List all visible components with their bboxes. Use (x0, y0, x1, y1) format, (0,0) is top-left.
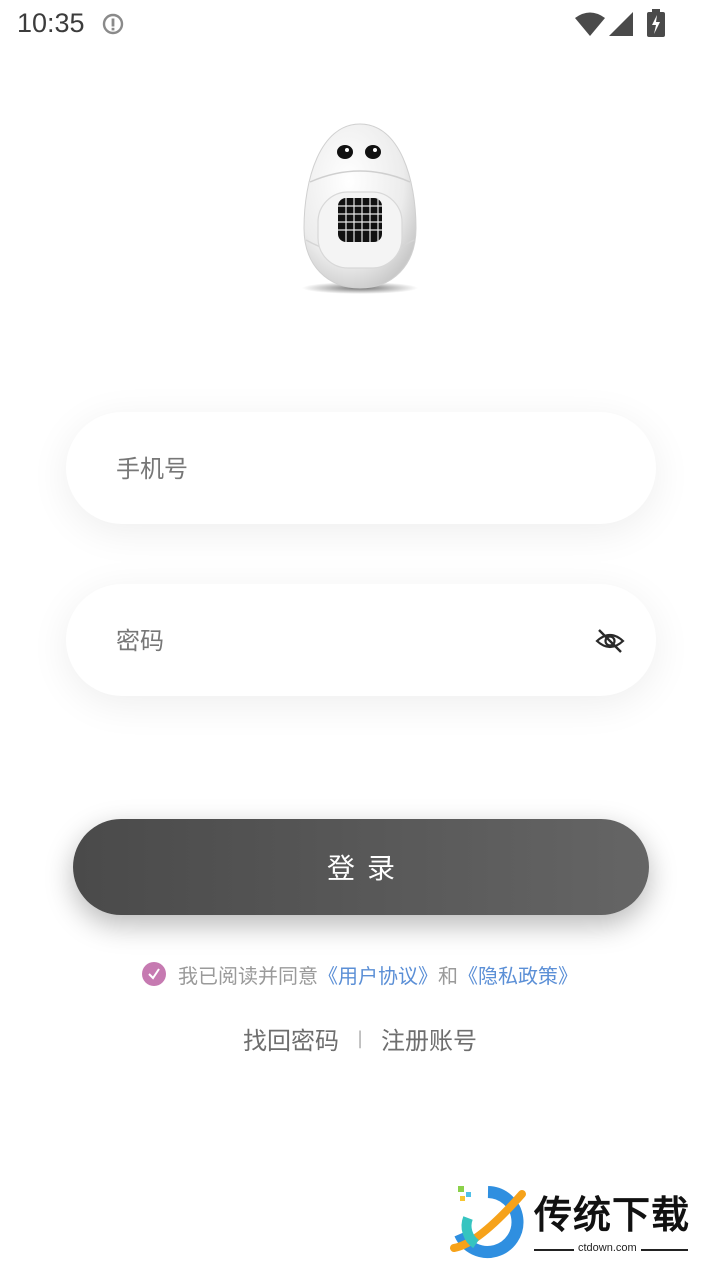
info-icon (102, 13, 124, 39)
status-time: 10:35 (17, 8, 85, 38)
register-link[interactable]: 注册账号 (381, 1021, 477, 1056)
terms-link[interactable]: 《用户协议》 (318, 960, 438, 989)
robot-mascot-image (296, 120, 424, 298)
watermark: 传统下载 ctdown.com (448, 1180, 698, 1260)
password-field (66, 584, 656, 698)
watermark-subtitle: ctdown.com (574, 1242, 641, 1254)
eye-off-icon[interactable] (594, 625, 626, 657)
privacy-link[interactable]: 《隐私政策》 (458, 960, 578, 989)
agreement-row: 我已阅读并同意 《用户协议》 和 《隐私政策》 (0, 958, 720, 990)
agreement-text: 我已阅读并同意 (178, 963, 318, 988)
agreement-connector: 和 (438, 963, 458, 988)
bottom-links: 找回密码 | 注册账号 (0, 1018, 720, 1058)
phone-input[interactable] (114, 412, 598, 526)
wifi-icon (574, 11, 606, 41)
signal-icon (608, 11, 634, 41)
battery-charging-icon (646, 9, 666, 41)
status-bar: 10:35 (0, 0, 720, 50)
watermark-title: 传统下载 (534, 1193, 691, 1237)
checkmark-icon (148, 968, 160, 980)
link-separator: | (356, 1027, 364, 1049)
login-button[interactable]: 登录 (73, 819, 649, 915)
recover-password-link[interactable]: 找回密码 (243, 1021, 339, 1056)
agree-checkbox[interactable] (142, 962, 166, 986)
password-input[interactable] (114, 584, 598, 698)
ctdown-logo-icon (448, 1184, 528, 1264)
phone-field (66, 412, 656, 526)
